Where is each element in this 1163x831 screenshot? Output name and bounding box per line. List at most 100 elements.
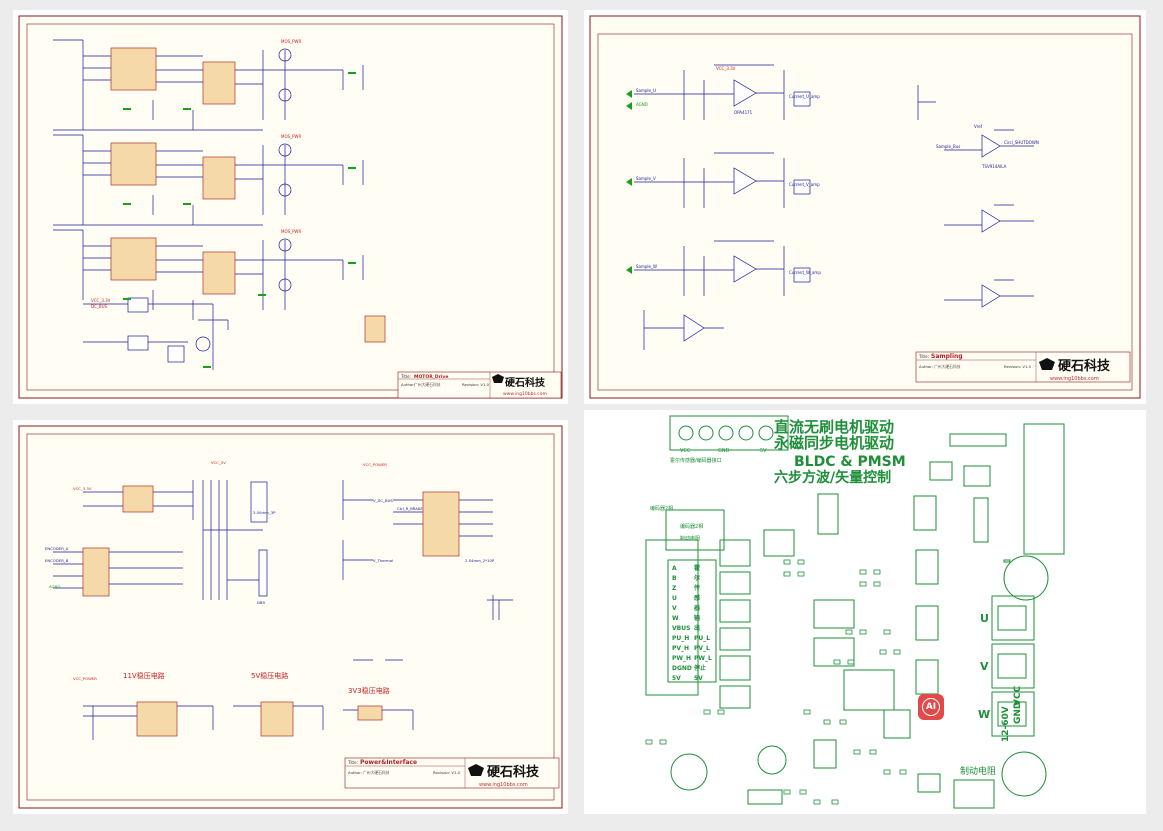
smd-pad <box>833 659 841 665</box>
svg-text:硬石科技: 硬石科技 <box>1058 358 1111 374</box>
svg-text:Title:: Title: <box>400 374 411 379</box>
svg-text:V_Thermal: V_Thermal <box>373 558 393 563</box>
title-block-power: Title: Power&Interface Revision: V1.0 Au… <box>344 757 560 789</box>
svg-text:MOS_PWR: MOS_PWR <box>281 134 302 139</box>
header-pins <box>678 425 774 441</box>
svg-text:VCC: VCC <box>1013 685 1023 706</box>
svg-text:Ctrl_R_BRAKE: Ctrl_R_BRAKE <box>397 506 423 511</box>
smd-pad <box>783 789 791 795</box>
smd-pad <box>859 629 867 635</box>
title-block-motor: Title: MOTOR_Drive Revision: V1.0 Author… <box>397 371 562 399</box>
svg-text:六步方波/矢量控制: 六步方波/矢量控制 <box>774 469 891 486</box>
smd-pad <box>645 739 653 745</box>
interface-row-label: PV_H <box>672 645 689 652</box>
svg-text:Vref: Vref <box>974 124 983 129</box>
schematic-sheet-power-interface[interactable]: 11V稳压电路 5V稳压电路 3V3稳压电路 VCC_3.3V VCC_5V V… <box>13 420 568 814</box>
svg-text:Sample_U: Sample_U <box>636 88 656 93</box>
smd-pad <box>797 571 805 577</box>
svg-text:制动电阻: 制动电阻 <box>960 765 996 777</box>
interface-row-label: Z <box>672 585 677 592</box>
interface-row-label: W <box>672 615 679 622</box>
svg-text:Author:: Author: <box>401 382 415 387</box>
interface-row-desc: 输 <box>694 614 701 622</box>
svg-text:GND: GND <box>718 448 730 454</box>
svg-text:AGND: AGND <box>49 584 60 589</box>
svg-text:U: U <box>980 612 989 625</box>
svg-text:Sample_V: Sample_V <box>636 176 656 181</box>
svg-text:www.ing10bbs.com: www.ing10bbs.com <box>503 391 547 397</box>
svg-text:5V稳压电路: 5V稳压电路 <box>251 671 288 680</box>
smd-pad <box>847 659 855 665</box>
smd-pad <box>799 789 807 795</box>
svg-text:11V稳压电路: 11V稳压电路 <box>123 671 165 680</box>
svg-text:Revision: V1.0: Revision: V1.0 <box>1004 364 1032 369</box>
svg-text:MOS_PWR: MOS_PWR <box>281 39 302 44</box>
interface-row-label: DGND <box>672 665 692 672</box>
schematic-sheet-sampling[interactable]: Sample_U Sample_V Sample_W VCC_3.3V Curr… <box>584 10 1146 404</box>
svg-text:广州大硬石科技: 广州大硬石科技 <box>934 364 961 369</box>
smd-pad <box>883 769 891 775</box>
svg-text:Current_W_amp: Current_W_amp <box>789 270 821 275</box>
svg-text:TSV914AILA: TSV914AILA <box>981 164 1007 169</box>
smd-pad <box>831 799 839 805</box>
svg-text:3V3稳压电路: 3V3稳压电路 <box>348 686 390 695</box>
interface-row-label: 5V <box>672 675 681 682</box>
svg-text:Sampling: Sampling <box>931 353 963 360</box>
svg-text:W: W <box>978 708 990 721</box>
svg-text:MOS_PWR: MOS_PWR <box>281 229 302 234</box>
smd-pad <box>803 709 811 715</box>
svg-text:Sample_Bus: Sample_Bus <box>936 144 960 149</box>
svg-text:www.ing10bbs.com: www.ing10bbs.com <box>479 782 528 788</box>
smd-pad <box>893 649 901 655</box>
svg-text:永磁同步电机驱动: 永磁同步电机驱动 <box>773 434 894 452</box>
interface-row-label: U <box>672 595 677 602</box>
svg-text:VCC_5V: VCC_5V <box>211 460 226 465</box>
smd-pad <box>879 649 887 655</box>
interface-row-desc: 感 <box>694 594 700 602</box>
svg-text:VCC_3.3V: VCC_3.3V <box>716 66 736 71</box>
interface-row-label: PW_H <box>672 655 691 662</box>
svg-text:ENCODER_B: ENCODER_B <box>45 558 69 563</box>
svg-text:AGND: AGND <box>636 102 648 107</box>
svg-text:MOTOR_Drive: MOTOR_Drive <box>414 374 448 380</box>
svg-text:Revision: V1.0: Revision: V1.0 <box>462 382 490 387</box>
smd-pad <box>873 569 881 575</box>
svg-text:V: V <box>980 660 989 673</box>
ai-assistant-icon[interactable]: AI <box>918 694 944 720</box>
svg-text:广州大硬石科技: 广州大硬石科技 <box>363 770 390 775</box>
interface-row-desc: 停止 <box>694 664 706 672</box>
smd-pad <box>845 629 853 635</box>
svg-text:BLDC & PMSM: BLDC & PMSM <box>794 454 906 470</box>
svg-text:3.00mm_3P: 3.00mm_3P <box>253 510 276 515</box>
smd-pad <box>839 719 847 725</box>
svg-text:5V: 5V <box>760 448 767 454</box>
svg-text:Title:: Title: <box>918 354 929 359</box>
smd-pad <box>783 559 791 565</box>
svg-text:霍尔传感器/编码器接口: 霍尔传感器/编码器接口 <box>670 457 722 464</box>
interface-row-desc: 尔 <box>694 574 700 582</box>
interface-row-desc: PV_L <box>694 645 710 652</box>
smd-pad <box>899 769 907 775</box>
svg-text:硬石科技: 硬石科技 <box>505 376 546 389</box>
svg-text:Revision: V1.0: Revision: V1.0 <box>433 770 461 775</box>
interface-row-label: A <box>672 565 677 572</box>
smd-pad <box>703 709 711 715</box>
svg-text:2.54mm_2*10P: 2.54mm_2*10P <box>465 558 495 563</box>
smd-pad <box>783 571 791 577</box>
title-block-sampling: Title: Sampling Revision: V1.0 Author: 广… <box>915 351 1131 383</box>
svg-text:广州大硬石科技: 广州大硬石科技 <box>414 382 441 387</box>
interface-row-desc: 霍 <box>694 564 700 572</box>
smd-pad <box>797 559 805 565</box>
smd-pad <box>717 709 725 715</box>
svg-text:DB9: DB9 <box>257 600 266 605</box>
smd-pad <box>873 581 881 587</box>
svg-text:VCC_POWER: VCC_POWER <box>73 676 97 681</box>
svg-text:Power&Interface: Power&Interface <box>360 759 417 766</box>
svg-text:12-60V: 12-60V <box>1001 706 1011 742</box>
schematic-sheet-motor-drive[interactable]: MOS_PWR MOS_PWR MOS_PWR VCC_3.3V DC_BUS Tit… <box>13 10 568 404</box>
pcb-silkscreen[interactable]: 直流无刷电机驱动 永磁同步电机驱动 BLDC & PMSM 六步方波/矢量控制 … <box>584 410 1146 814</box>
interface-row-desc: 器 <box>693 604 701 612</box>
smd-pad <box>813 799 821 805</box>
svg-text:硬石科技: 硬石科技 <box>487 764 540 780</box>
smd-pad <box>823 719 831 725</box>
